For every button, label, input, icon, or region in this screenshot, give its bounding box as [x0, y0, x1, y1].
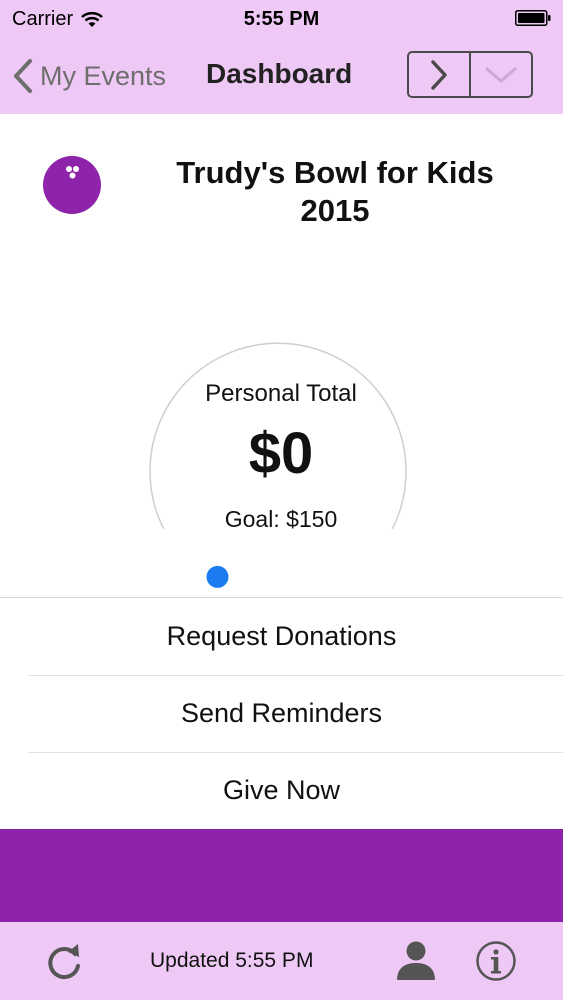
bowling-ball-holes [66, 166, 79, 179]
page-title: Dashboard [206, 58, 353, 89]
status-bar: Carrier 5:55 PM [0, 0, 563, 38]
request-donations-button[interactable]: Request Donations [0, 598, 563, 675]
accent-banner [0, 829, 563, 922]
event-navigation-control [407, 51, 533, 98]
give-now-button[interactable]: Give Now [0, 752, 563, 829]
back-button-label: My Events [40, 60, 167, 91]
event-dropdown-button[interactable] [469, 53, 531, 96]
send-reminders-button[interactable]: Send Reminders [0, 675, 563, 752]
next-event-button[interactable] [409, 53, 469, 96]
last-updated-text: Updated 5:55 PM [150, 949, 314, 972]
action-list: Request Donations Send Reminders Give No… [0, 597, 563, 829]
bottom-toolbar: Updated 5:55 PM [0, 922, 563, 1000]
personal-total-amount: $0 [248, 421, 314, 486]
gauge-progress-dot [206, 565, 229, 588]
event-title: Trudy's Bowl for Kids 2015 [176, 155, 494, 228]
chevron-left-icon [14, 59, 32, 93]
gauge-label: Personal Total [205, 380, 357, 407]
refresh-icon[interactable] [44, 940, 84, 982]
chevron-down-icon [485, 67, 517, 82]
battery-icon [515, 10, 551, 26]
status-time: 5:55 PM [243, 8, 320, 30]
chevron-right-icon [431, 59, 447, 90]
profile-icon[interactable] [395, 938, 437, 982]
goal-amount: Goal: $150 [224, 506, 338, 532]
bowling-ball-icon [43, 156, 101, 214]
navigation-bar: My Events Dashboard [0, 38, 563, 114]
info-icon[interactable] [475, 940, 517, 982]
back-button[interactable]: My Events [12, 58, 166, 94]
